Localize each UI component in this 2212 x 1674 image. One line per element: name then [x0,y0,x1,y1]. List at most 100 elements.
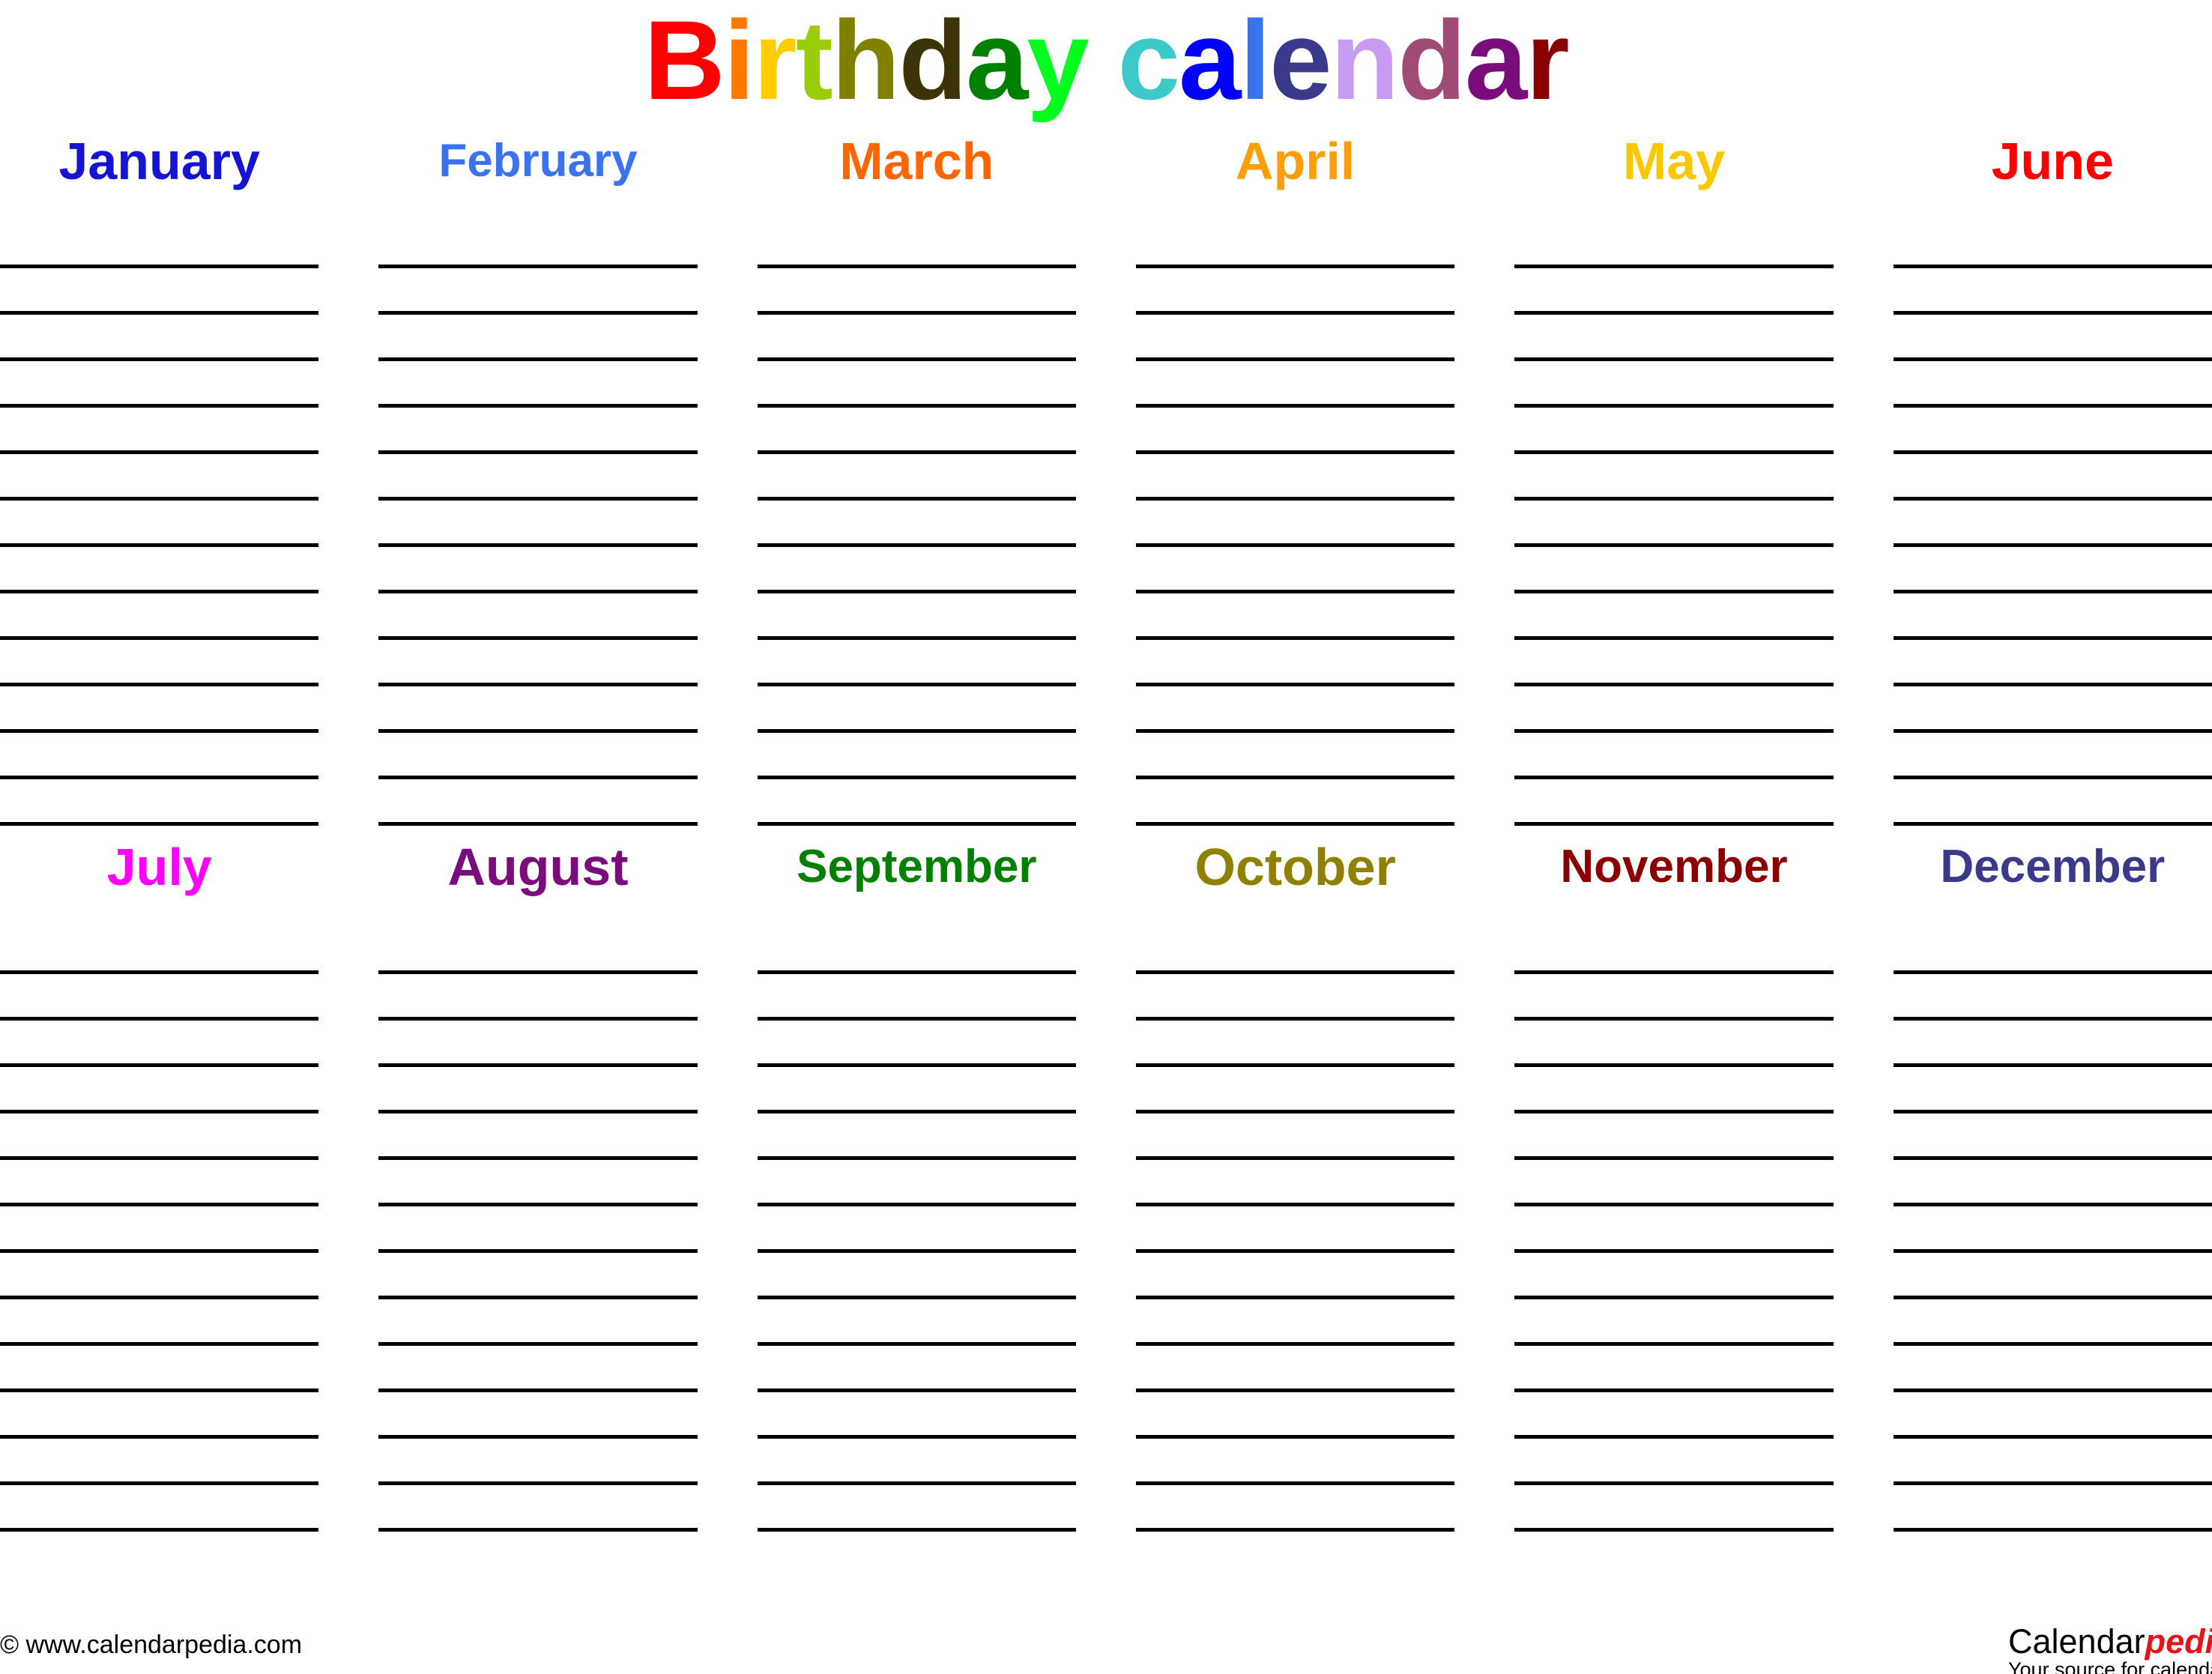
writing-line[interactable] [1893,1160,2212,1206]
writing-line[interactable] [757,1114,1076,1160]
writing-line[interactable] [1514,733,1834,779]
writing-line[interactable] [1893,1067,2212,1114]
writing-line[interactable] [1514,593,1834,640]
writing-line[interactable] [0,1392,319,1439]
writing-line[interactable] [1135,1253,1455,1299]
writing-line[interactable] [378,1160,698,1206]
writing-line[interactable] [1135,1299,1455,1346]
writing-line[interactable] [0,315,319,361]
writing-line[interactable] [1135,1021,1455,1067]
writing-line[interactable] [1893,779,2212,826]
writing-line[interactable] [1514,1392,1834,1439]
writing-line[interactable] [1135,593,1455,640]
writing-line[interactable] [0,1160,319,1206]
writing-line[interactable] [0,1346,319,1392]
writing-line[interactable] [1514,1067,1834,1114]
writing-line[interactable] [1893,1346,2212,1392]
writing-line[interactable] [1893,1485,2212,1532]
writing-line[interactable] [378,222,698,268]
writing-line[interactable] [1514,1021,1834,1067]
writing-line[interactable] [0,593,319,640]
writing-line[interactable] [1514,408,1834,454]
writing-line[interactable] [1514,501,1834,547]
writing-line[interactable] [1893,222,2212,268]
writing-line[interactable] [757,1439,1076,1485]
writing-line[interactable] [1135,268,1455,315]
writing-line[interactable] [0,1299,319,1346]
writing-line[interactable] [1514,640,1834,686]
writing-line[interactable] [757,315,1076,361]
writing-line[interactable] [1135,974,1455,1021]
writing-line[interactable] [757,733,1076,779]
writing-line[interactable] [1514,268,1834,315]
writing-line[interactable] [378,1299,698,1346]
writing-line[interactable] [378,1485,698,1532]
writing-line[interactable] [1514,1160,1834,1206]
writing-line[interactable] [1514,547,1834,593]
writing-line[interactable] [0,1485,319,1532]
writing-line[interactable] [757,779,1076,826]
writing-line[interactable] [0,268,319,315]
writing-line[interactable] [1514,222,1834,268]
writing-line[interactable] [378,547,698,593]
writing-line[interactable] [757,1299,1076,1346]
writing-line[interactable] [1893,974,2212,1021]
writing-line[interactable] [1135,1485,1455,1532]
writing-line[interactable] [1893,1206,2212,1253]
writing-line[interactable] [1514,315,1834,361]
writing-line[interactable] [1135,315,1455,361]
writing-line[interactable] [1893,454,2212,501]
writing-line[interactable] [757,1067,1076,1114]
writing-line[interactable] [1893,640,2212,686]
writing-line[interactable] [0,974,319,1021]
writing-line[interactable] [378,1346,698,1392]
writing-line[interactable] [0,928,319,974]
writing-line[interactable] [0,1253,319,1299]
writing-line[interactable] [1893,1299,2212,1346]
writing-line[interactable] [1893,1439,2212,1485]
writing-line[interactable] [0,1206,319,1253]
writing-line[interactable] [757,1021,1076,1067]
writing-line[interactable] [1514,1206,1834,1253]
writing-line[interactable] [1135,1392,1455,1439]
writing-line[interactable] [757,1206,1076,1253]
writing-line[interactable] [1135,547,1455,593]
writing-line[interactable] [378,1021,698,1067]
writing-line[interactable] [0,454,319,501]
writing-line[interactable] [378,408,698,454]
writing-line[interactable] [0,686,319,733]
writing-line[interactable] [0,779,319,826]
writing-line[interactable] [1514,454,1834,501]
writing-line[interactable] [757,454,1076,501]
writing-line[interactable] [1893,1253,2212,1299]
writing-line[interactable] [1893,408,2212,454]
writing-line[interactable] [757,1392,1076,1439]
writing-line[interactable] [757,268,1076,315]
writing-line[interactable] [1893,593,2212,640]
writing-line[interactable] [0,733,319,779]
writing-line[interactable] [1135,1114,1455,1160]
writing-line[interactable] [1135,1160,1455,1206]
writing-line[interactable] [1135,779,1455,826]
writing-line[interactable] [757,222,1076,268]
writing-line[interactable] [0,222,319,268]
writing-line[interactable] [757,1485,1076,1532]
writing-line[interactable] [378,686,698,733]
writing-line[interactable] [1135,454,1455,501]
writing-line[interactable] [0,408,319,454]
writing-line[interactable] [1893,733,2212,779]
writing-line[interactable] [1514,686,1834,733]
writing-line[interactable] [1893,928,2212,974]
writing-line[interactable] [1893,268,2212,315]
writing-line[interactable] [1514,1114,1834,1160]
writing-line[interactable] [378,1439,698,1485]
writing-line[interactable] [378,593,698,640]
writing-line[interactable] [1135,686,1455,733]
writing-line[interactable] [1893,315,2212,361]
writing-line[interactable] [378,1392,698,1439]
writing-line[interactable] [757,361,1076,408]
writing-line[interactable] [1135,1067,1455,1114]
writing-line[interactable] [1893,686,2212,733]
writing-line[interactable] [1514,974,1834,1021]
writing-line[interactable] [378,454,698,501]
